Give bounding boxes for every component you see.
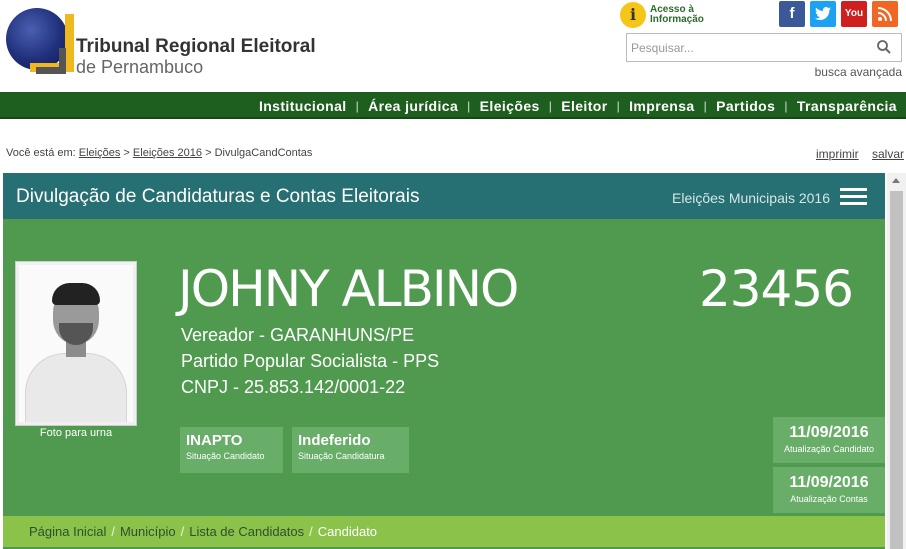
- breadcrumb-prefix: Você está em:: [6, 147, 76, 159]
- search-input[interactable]: [627, 34, 867, 61]
- save-link[interactable]: salvar: [872, 147, 904, 161]
- election-label: Eleições Municipais 2016: [672, 190, 830, 206]
- menu-icon[interactable]: [840, 188, 867, 205]
- site-header: Tribunal Regional Eleitoral de Pernambuc…: [0, 0, 906, 92]
- candidate-status-label: Situação Candidato: [186, 451, 265, 461]
- subnav-separator: /: [111, 524, 115, 539]
- subnav-current: Candidato: [317, 524, 378, 539]
- search-box: [626, 33, 902, 62]
- nav-item-institucional[interactable]: Institucional: [252, 98, 354, 114]
- breadcrumb-link-eleicoes-2016[interactable]: Eleições 2016: [133, 147, 202, 159]
- candidacy-status-value: Indeferido: [298, 432, 371, 449]
- nav-item-eleicoes[interactable]: Eleições: [473, 98, 547, 114]
- scroll-up-arrow-icon[interactable]: [892, 178, 900, 183]
- candidate-office: Vereador - GARANHUNS/PE: [181, 325, 415, 345]
- accounts-update-box: 11/09/2016 Atualização Contas: [773, 467, 885, 513]
- page-tools: imprimir salvar: [806, 147, 904, 161]
- subnav-separator: /: [180, 524, 185, 539]
- nav-item-partidos[interactable]: Partidos: [709, 98, 782, 114]
- nav-item-eleitor[interactable]: Eleitor: [554, 98, 614, 114]
- nav-separator: |: [616, 98, 621, 113]
- candidate-panel: Divulgação de Candidaturas e Contas Elei…: [3, 173, 885, 549]
- nav-item-transparencia[interactable]: Transparência: [790, 98, 904, 114]
- breadcrumb: Você está em: Eleições > Eleições 2016 >…: [6, 147, 312, 159]
- subnav-link-pagina-inicial[interactable]: Página Inicial: [29, 524, 106, 539]
- logo-title: Tribunal Regional Eleitoral: [76, 36, 316, 57]
- nav-item-imprensa[interactable]: Imprensa: [622, 98, 701, 114]
- twitter-icon[interactable]: [810, 1, 836, 27]
- photo-caption: Foto para urna: [39, 427, 113, 439]
- tre-pe-logo[interactable]: Tribunal Regional Eleitoral de Pernambuc…: [6, 8, 336, 78]
- acesso-informacao-link[interactable]: i Acesso à Informação: [620, 2, 710, 30]
- logo-subtitle: de Pernambuco: [76, 57, 204, 77]
- candidate-status-box: INAPTO Situação Candidato: [180, 427, 283, 473]
- nav-item-area-juridica[interactable]: Área jurídica: [361, 98, 465, 114]
- print-link[interactable]: imprimir: [816, 147, 859, 161]
- vertical-scrollbar[interactable]: [887, 173, 906, 549]
- advanced-search-link[interactable]: busca avançada: [815, 65, 902, 79]
- candidate-party: Partido Popular Socialista - PPS: [181, 351, 440, 371]
- subnav-link-municipio[interactable]: Município: [120, 524, 176, 539]
- subnav-link-lista-candidatos[interactable]: Lista de Candidatos: [189, 524, 304, 539]
- panel-title: Divulgação de Candidaturas e Contas Elei…: [16, 186, 420, 207]
- breadcrumb-separator: >: [205, 147, 212, 159]
- candidate-photo: [16, 262, 136, 425]
- candidate-name: JOHNY ALBINO: [178, 260, 519, 318]
- candidate-update-label: Atualização Candidato: [783, 444, 875, 454]
- nav-separator: |: [703, 98, 708, 113]
- panel-header: Divulgação de Candidaturas e Contas Elei…: [3, 173, 885, 219]
- main-nav: Institucional | Área jurídica | Eleições…: [0, 92, 906, 119]
- candidacy-status-box: Indeferido Situação Candidatura: [292, 427, 409, 473]
- nav-separator: |: [355, 98, 360, 113]
- youtube-icon[interactable]: You: [841, 1, 867, 27]
- scroll-thumb[interactable]: [890, 191, 903, 549]
- breadcrumb-current: DivulgaCandContas: [214, 147, 313, 159]
- nav-separator: |: [784, 98, 788, 113]
- facebook-icon[interactable]: f: [779, 1, 805, 27]
- breadcrumb-separator: >: [123, 147, 130, 159]
- candidate-status-value: INAPTO: [186, 432, 243, 449]
- candidate-cnpj: CNPJ - 25.853.142/0001-22: [181, 377, 406, 397]
- subnav-separator: /: [309, 524, 313, 539]
- breadcrumb-link-eleicoes[interactable]: Eleições: [79, 147, 121, 159]
- candidacy-status-label: Situação Candidatura: [298, 451, 385, 461]
- search-icon[interactable]: [877, 40, 891, 54]
- rss-icon[interactable]: [872, 1, 898, 27]
- acesso-informacao-label: Acesso à Informação: [650, 5, 710, 25]
- acesso-line2: Informação: [650, 14, 704, 25]
- logo-bracket-shape-inner: [36, 48, 66, 74]
- candidate-number: 23456: [698, 260, 854, 318]
- candidate-update-box: 11/09/2016 Atualização Candidato: [773, 417, 885, 463]
- nav-separator: |: [467, 98, 471, 113]
- candidate-update-date: 11/09/2016: [789, 424, 869, 441]
- panel-breadcrumb: Página Inicial / Município / Lista de Candid…: [3, 516, 885, 547]
- accounts-update-label: Atualização Contas: [790, 494, 868, 504]
- nav-separator: |: [548, 98, 553, 113]
- accounts-update-date: 11/09/2016: [789, 474, 869, 491]
- info-icon: i: [620, 2, 646, 28]
